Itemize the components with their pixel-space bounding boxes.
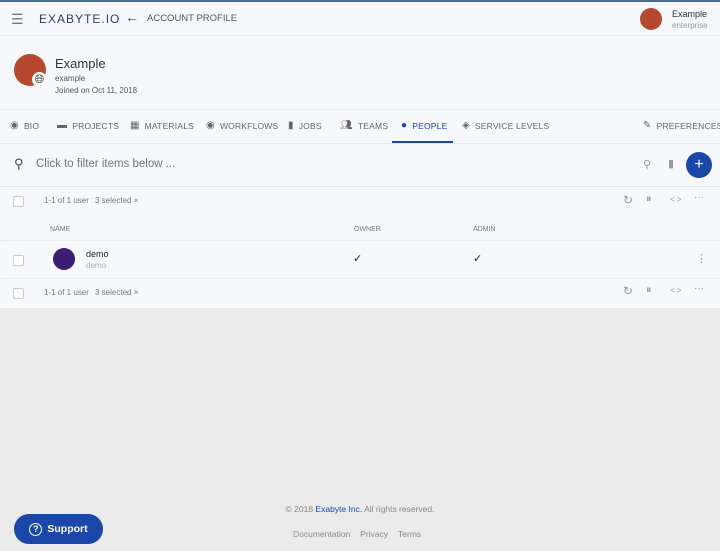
select-all-checkbox-bottom[interactable]: [13, 288, 24, 299]
menu-icon[interactable]: ☰: [11, 11, 24, 28]
more-horizontal-icon[interactable]: ···: [694, 192, 704, 203]
tab-materials[interactable]: ▦ MATERIALS: [130, 120, 194, 131]
user-avatar[interactable]: [640, 8, 662, 30]
page-title: ACCOUNT PROFILE: [147, 13, 238, 24]
row-checkbox[interactable]: [13, 255, 24, 266]
pencil-icon: ✎: [643, 120, 652, 131]
pause-icon[interactable]: ⏸︎: [646, 193, 652, 206]
row-username: demo: [86, 261, 107, 270]
tab-projects[interactable]: ▬ PROJECTS: [57, 120, 119, 131]
company-link[interactable]: Exabyte Inc.: [315, 504, 362, 514]
profile-username: example: [55, 74, 86, 83]
grid-icon: ▦: [130, 120, 140, 131]
terms-link[interactable]: Terms: [398, 529, 421, 539]
back-arrow-icon[interactable]: ←: [125, 9, 139, 25]
profile-joined: Joined on Oct 11, 2018: [55, 86, 138, 95]
column-admin: ADMIN: [473, 226, 496, 233]
tab-service-levels[interactable]: ◈ SERVICE LEVELS: [462, 120, 549, 131]
support-button[interactable]: ? Support: [14, 514, 103, 544]
person-icon: ●: [401, 120, 408, 131]
column-name: NAME: [50, 226, 71, 233]
selected-count[interactable]: 3 selected ×: [95, 196, 138, 205]
app-header: ☰ EXABYTE.IO ← ACCOUNT PROFILE Example e…: [0, 2, 720, 36]
owner-check-icon: ✓: [353, 253, 363, 265]
privacy-link[interactable]: Privacy: [360, 529, 388, 539]
admin-check-icon: ✓: [473, 253, 483, 265]
footer-links: Documentation Privacy Terms: [293, 529, 421, 539]
globe-icon: 🌐︎: [32, 72, 47, 87]
folder-icon: ▬: [57, 120, 68, 131]
user-plan: enterprise: [672, 21, 708, 30]
trash-icon[interactable]: ▮: [668, 157, 674, 170]
row-name: demo: [86, 249, 109, 259]
refresh-icon[interactable]: ↻: [623, 284, 633, 298]
pause-icon[interactable]: ⏸︎: [646, 284, 652, 297]
brand-logo[interactable]: EXABYTE.IO: [39, 12, 120, 26]
tab-bio[interactable]: ◉ BIO: [10, 120, 39, 131]
tab-workflows[interactable]: ◉ WORKFLOWS: [206, 120, 278, 131]
layers-icon: ◈: [462, 120, 470, 131]
help-icon: ?: [29, 522, 43, 536]
item-count: 1-1 of 1 user: [44, 196, 89, 205]
filter-input[interactable]: [36, 155, 616, 173]
add-button[interactable]: +: [686, 152, 712, 178]
search-icon[interactable]: ⚲: [643, 158, 651, 171]
item-count-bottom: 1-1 of 1 user: [44, 288, 89, 297]
tab-people[interactable]: ● PEOPLE: [401, 120, 447, 131]
file-icon: ▮: [288, 120, 294, 131]
documentation-link[interactable]: Documentation: [293, 529, 350, 539]
main-panel: ☰ EXABYTE.IO ← ACCOUNT PROFILE Example e…: [0, 0, 720, 308]
tab-jobs[interactable]: ▮ JOBS: [288, 120, 322, 131]
user-name[interactable]: Example: [672, 9, 707, 19]
column-owner: OWNER: [354, 226, 381, 233]
tab-teams[interactable]: 👥︎ TEAMS: [340, 120, 388, 131]
eye-icon: ◉: [10, 120, 19, 131]
row-avatar: [53, 248, 75, 270]
row-more-icon[interactable]: ⋮: [696, 252, 707, 265]
selected-count-bottom[interactable]: 3 selected ×: [95, 288, 138, 297]
radio-icon: ◉: [206, 120, 215, 131]
group-icon: 👥︎: [340, 120, 353, 131]
more-horizontal-icon[interactable]: ···: [694, 283, 704, 294]
profile-name: Example: [55, 56, 106, 71]
code-icon[interactable]: < >: [670, 195, 682, 204]
filter-search-icon: ⚲: [14, 156, 24, 171]
tab-preferences[interactable]: ✎ PREFERENCES: [643, 120, 720, 131]
select-all-checkbox[interactable]: [13, 196, 24, 207]
refresh-icon[interactable]: ↻: [623, 193, 633, 207]
code-icon[interactable]: < >: [670, 286, 682, 295]
copyright: © 2018 Exabyte Inc. All rights reserved.: [285, 504, 435, 514]
